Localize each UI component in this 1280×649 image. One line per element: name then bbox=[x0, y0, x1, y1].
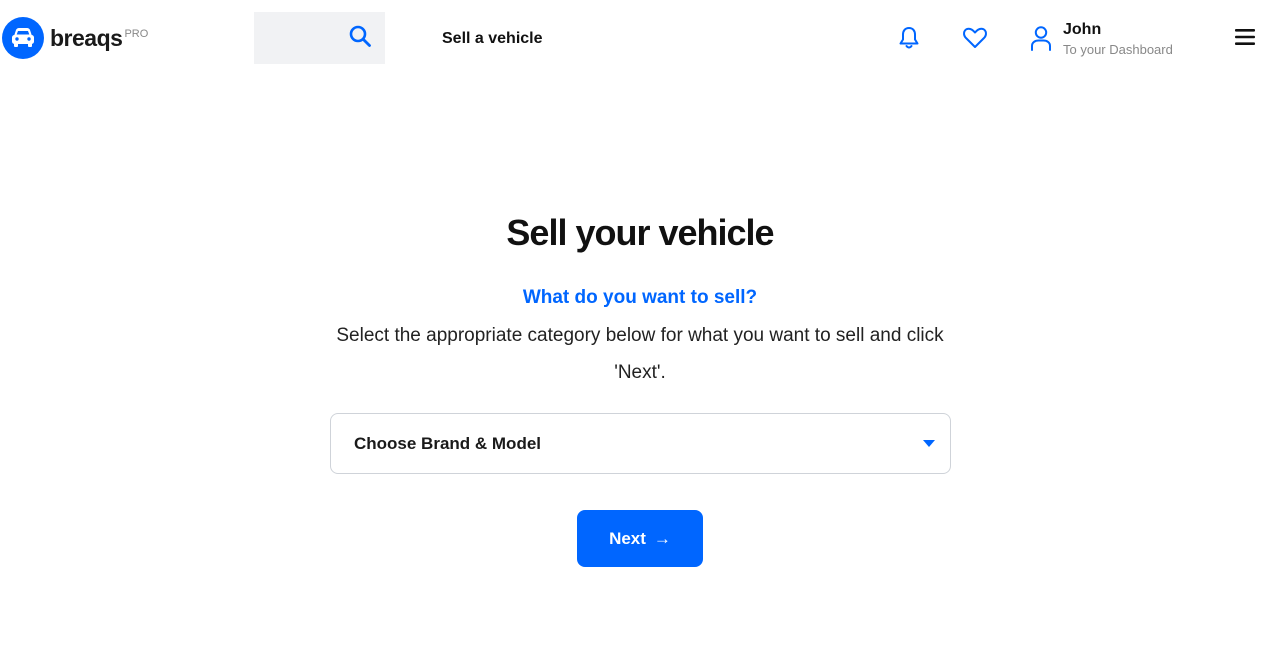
brand-model-select[interactable]: Choose Brand & Model bbox=[330, 413, 951, 474]
site-header: breaqs PRO Sell a vehicle John To your D… bbox=[0, 0, 1280, 80]
hamburger-menu-icon[interactable] bbox=[1234, 27, 1256, 49]
user-icon bbox=[1030, 25, 1052, 56]
car-icon bbox=[2, 17, 44, 59]
heart-icon[interactable] bbox=[962, 25, 988, 51]
select-label: Choose Brand & Model bbox=[354, 433, 542, 453]
instructions-text: Select the appropriate category below fo… bbox=[336, 325, 944, 383]
bell-icon[interactable] bbox=[896, 25, 922, 51]
arrow-right-icon: → bbox=[653, 528, 671, 548]
user-text: John To your Dashboard bbox=[1063, 20, 1173, 60]
caret-down-icon bbox=[923, 440, 935, 447]
logo-link[interactable]: breaqs PRO bbox=[2, 17, 148, 59]
dashboard-link-label: To your Dashboard bbox=[1063, 42, 1173, 57]
section-question: What do you want to sell? bbox=[522, 287, 758, 308]
user-name: John bbox=[1063, 21, 1102, 38]
next-button[interactable]: Next → bbox=[577, 510, 703, 567]
logo-pro-badge: PRO bbox=[124, 28, 149, 40]
search-icon[interactable] bbox=[348, 24, 372, 53]
next-button-label: Next bbox=[609, 528, 646, 548]
nav-sell-vehicle-link[interactable]: Sell a vehicle bbox=[442, 30, 543, 48]
page-title: Sell your vehicle bbox=[506, 212, 774, 253]
user-dashboard-link[interactable]: John To your Dashboard bbox=[1030, 20, 1173, 60]
logo-text: breaqs bbox=[50, 24, 123, 51]
search-box[interactable] bbox=[254, 12, 385, 64]
